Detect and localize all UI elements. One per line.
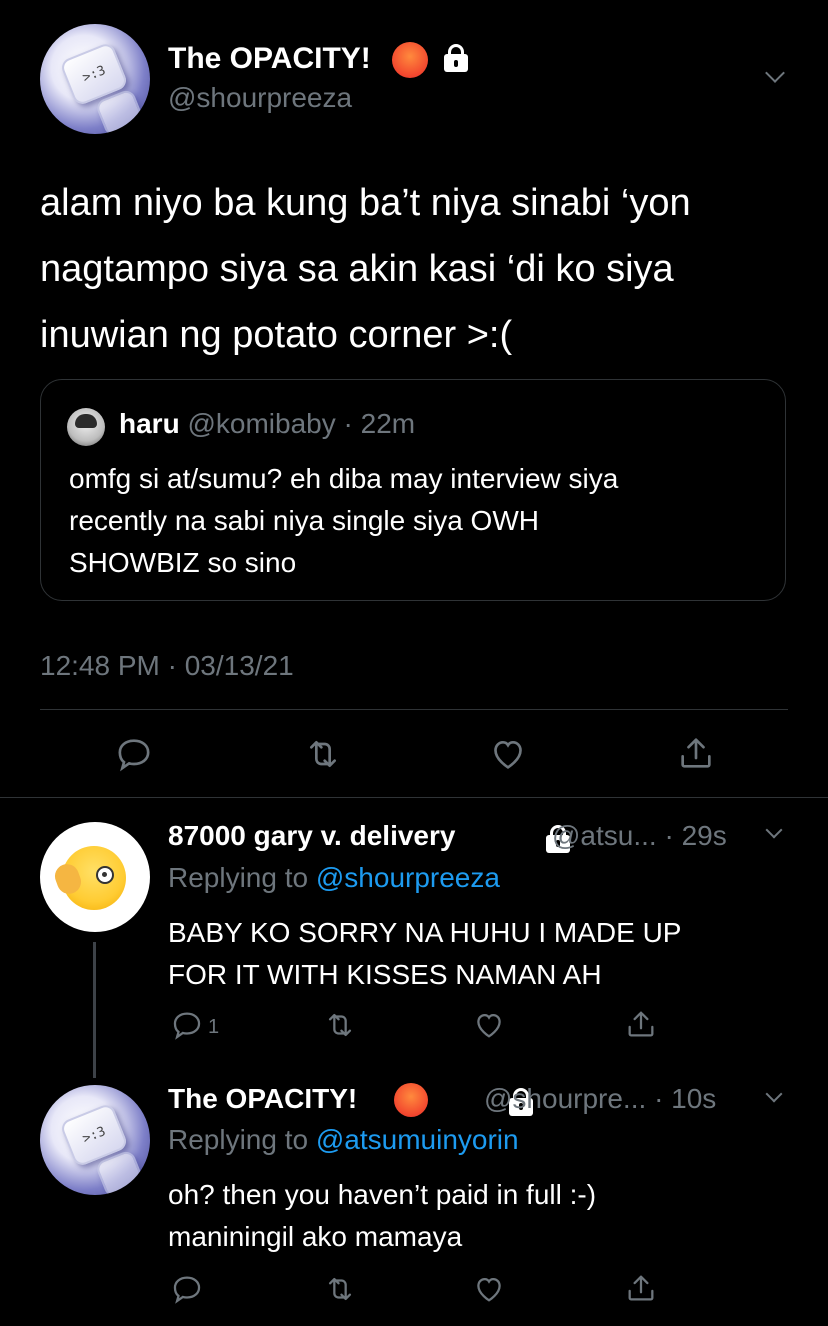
heart-icon — [494, 740, 522, 769]
reply-author-avatar[interactable]: >:3 — [40, 1085, 150, 1195]
replying-to-line: Replying to @atsumuinyorin — [168, 1124, 519, 1156]
reply-time: · 29s — [664, 820, 727, 851]
reply-icon — [173, 1276, 201, 1304]
thread-line — [93, 942, 96, 1078]
reply-author-handle[interactable]: @atsu... — [552, 820, 657, 851]
reply-icon — [118, 739, 150, 772]
replying-to-label: Replying to — [168, 1124, 309, 1155]
quoted-text-line: SHOWBIZ so sino — [69, 547, 297, 578]
tweet-text-line: inuwian ng potato corner >:( — [40, 314, 513, 356]
reply-text-line: BABY KO SORRY NA HUHU I MADE UP — [168, 917, 682, 948]
retweet-button[interactable] — [302, 734, 344, 774]
replying-to-label: Replying to — [168, 862, 309, 893]
reply-text: oh? then you haven’t paid in full :-) ma… — [168, 1174, 596, 1258]
quoted-tweet-time: · 22m — [343, 408, 416, 439]
author-name-text: The OPACITY! — [168, 42, 371, 75]
avatar-keycap-text: >:3 — [80, 1123, 108, 1147]
retweet-icon — [310, 741, 336, 767]
tweet-text-line: nagtampo siya sa akin kasi ‘di ko siya — [40, 248, 674, 290]
share-icon — [628, 1011, 654, 1037]
hot-face-emoji-icon — [394, 1083, 428, 1117]
share-icon — [681, 738, 711, 768]
replying-to-mention[interactable]: @shourpreeza — [316, 862, 500, 893]
reply-text-line: oh? then you haven’t paid in full :-) — [168, 1179, 597, 1210]
reply-author-handle[interactable]: @shourpre... — [484, 1083, 646, 1114]
reply-count: 1 — [208, 1016, 220, 1038]
share-button[interactable] — [624, 1270, 658, 1306]
reply-author-name[interactable]: 87000 gary v. delivery — [168, 820, 455, 851]
tweet-text: alam niyo ba kung ba’t niya sinabi ‘yon … — [40, 170, 691, 368]
reply-time: · 10s — [654, 1083, 717, 1114]
quoted-author-avatar — [67, 408, 105, 446]
reply-header: The OPACITY! — [168, 1083, 357, 1115]
retweet-button[interactable] — [322, 1008, 358, 1042]
reply-text-line: maniningil ako mamaya — [168, 1221, 463, 1252]
quoted-tweet-text: omfg si at/sumu? eh diba may interview s… — [69, 458, 618, 584]
like-button[interactable] — [488, 734, 528, 774]
quoted-author-handle: @komibaby — [187, 408, 336, 439]
author-handle[interactable]: @shourpreeza — [168, 82, 352, 114]
like-button[interactable] — [472, 1272, 506, 1306]
retweet-icon — [328, 1277, 352, 1301]
tweet-text-line: alam niyo ba kung ba’t niya sinabi ‘yon — [40, 182, 691, 224]
tweet-timestamp: 12:48 PM · 03/13/21 — [40, 650, 294, 681]
heart-icon — [477, 1013, 501, 1038]
reply-text-line: FOR IT WITH KISSES NAMAN AH — [168, 959, 602, 990]
reply-button[interactable] — [114, 734, 154, 774]
retweet-icon — [328, 1013, 352, 1037]
hot-face-emoji-icon — [392, 42, 428, 78]
like-button[interactable] — [472, 1008, 506, 1042]
divider — [0, 797, 828, 798]
quoted-author-name: haru — [119, 408, 180, 439]
quoted-author-line: haru @komibaby · 22m — [119, 408, 415, 440]
reply-author-avatar[interactable] — [40, 822, 150, 932]
quoted-text-line: omfg si at/sumu? eh diba may interview s… — [69, 463, 619, 494]
reply-meta: @atsu... · 29s — [552, 820, 727, 852]
divider — [40, 709, 788, 710]
retweet-button[interactable] — [322, 1272, 358, 1306]
author-avatar[interactable]: >:3 — [40, 24, 150, 134]
quoted-tweet-card[interactable]: haru @komibaby · 22m omfg si at/sumu? eh… — [40, 379, 786, 601]
reply-icon — [173, 1012, 201, 1040]
quoted-text-line: recently na sabi niya single siya OWH — [69, 505, 539, 536]
share-button[interactable] — [624, 1006, 658, 1042]
share-icon — [628, 1275, 654, 1301]
avatar-keycap-text: >:3 — [80, 62, 108, 86]
share-button[interactable] — [676, 732, 716, 774]
reply-meta: @shourpre... · 10s — [484, 1083, 716, 1115]
reply-author-name[interactable]: The OPACITY! — [168, 1083, 357, 1114]
author-display-name[interactable]: The OPACITY! — [168, 42, 371, 76]
chevron-down-icon[interactable] — [765, 821, 783, 839]
reply-text: BABY KO SORRY NA HUHU I MADE UP FOR IT W… — [168, 912, 681, 996]
chevron-down-icon[interactable] — [765, 63, 785, 83]
replying-to-line: Replying to @shourpreeza — [168, 862, 500, 894]
heart-icon — [477, 1277, 501, 1302]
replying-to-mention[interactable]: @atsumuinyorin — [316, 1124, 519, 1155]
reply-button[interactable]: 1 — [170, 1008, 230, 1042]
face-with-hand-emoji-icon — [51, 846, 126, 910]
lock-icon — [442, 42, 470, 74]
chevron-down-icon[interactable] — [765, 1085, 783, 1103]
reply-button[interactable] — [170, 1272, 204, 1306]
